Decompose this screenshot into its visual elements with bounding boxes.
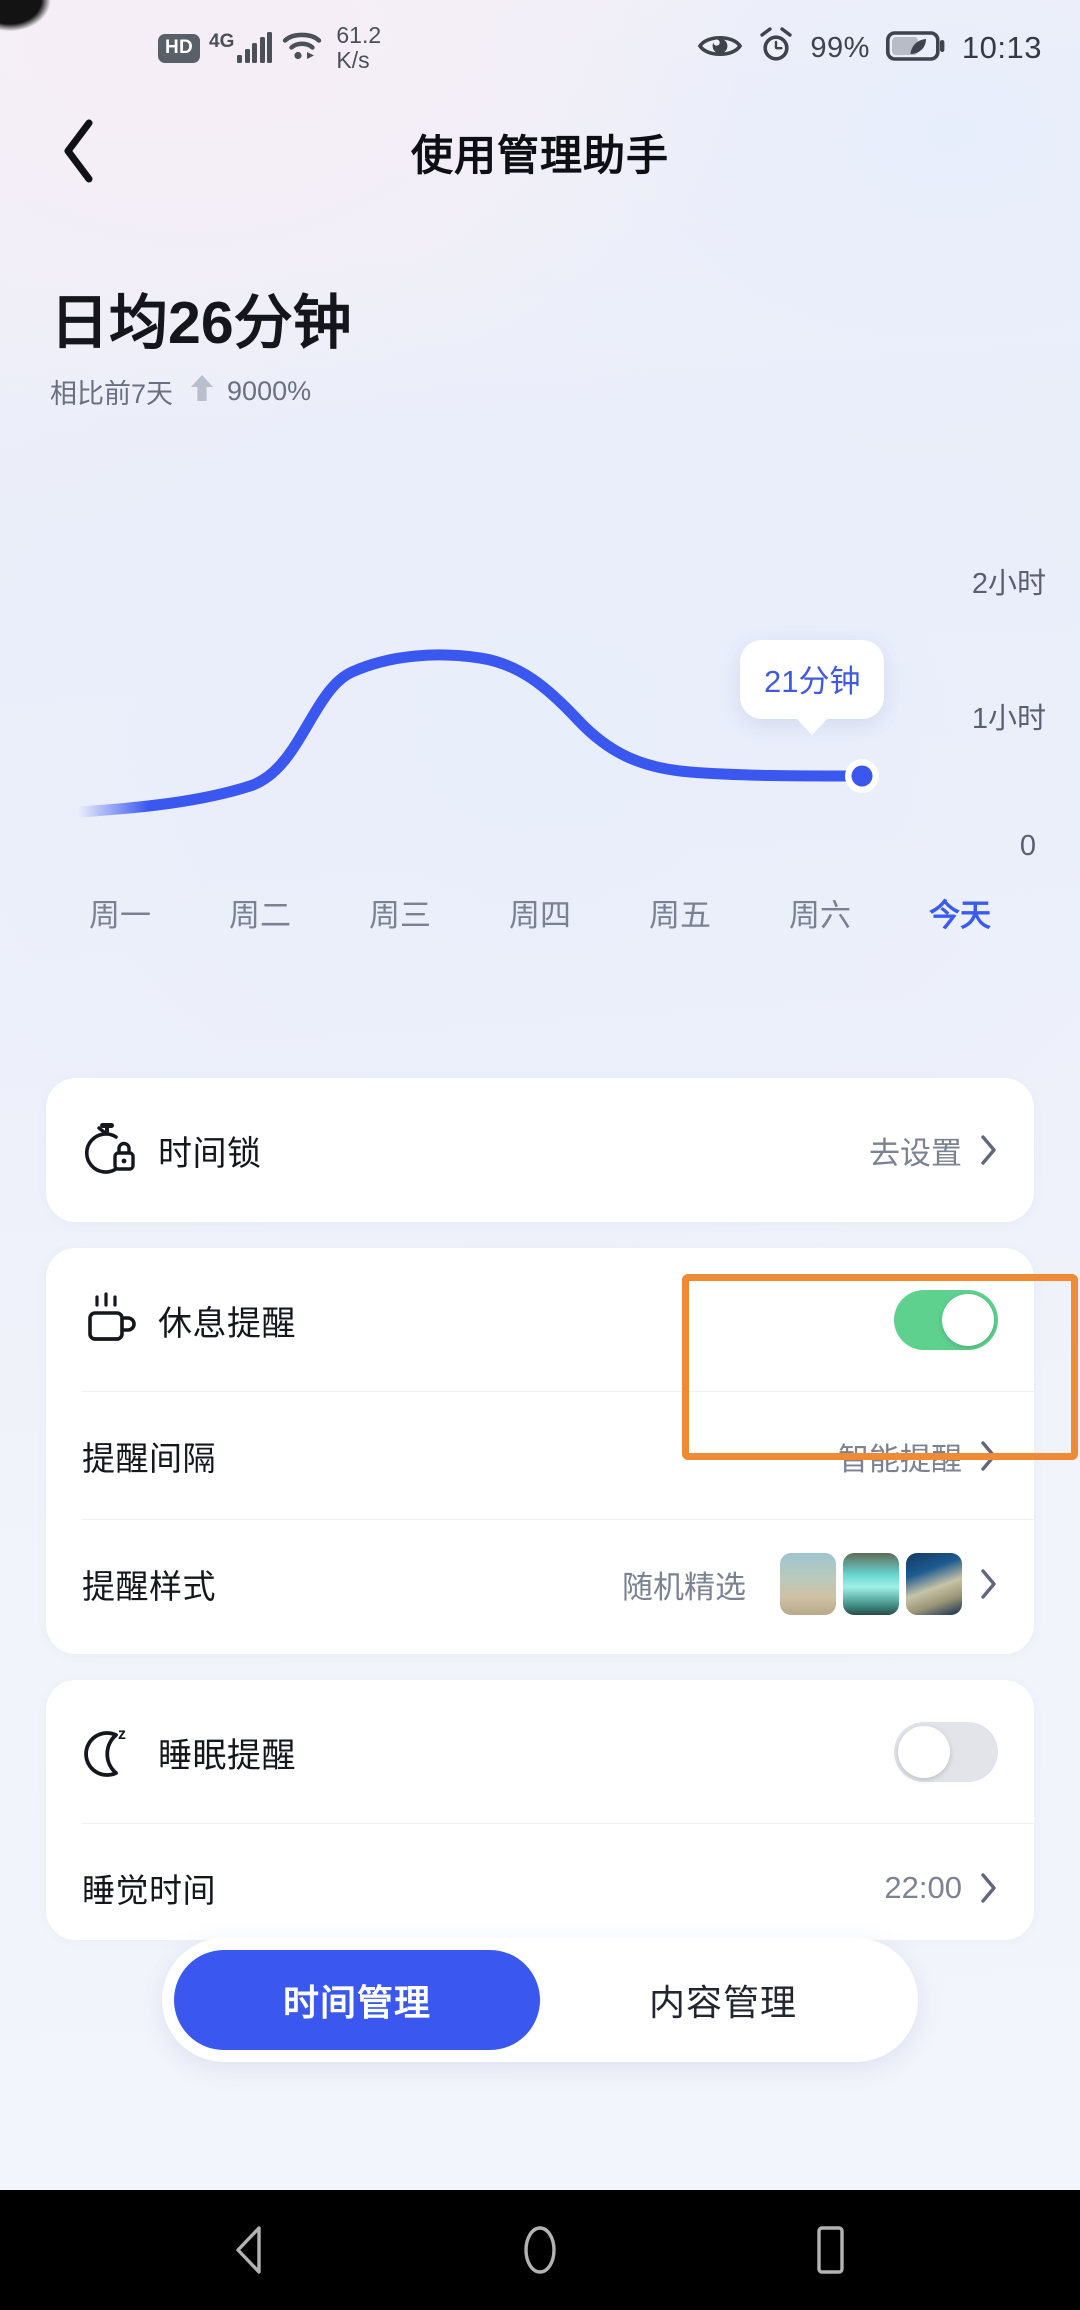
sleep-reminder-right — [894, 1722, 998, 1782]
day-selector: 周一 周二 周三 周四 周五 周六 今天 — [0, 890, 1080, 935]
title-bar: 使用管理助手 — [0, 96, 1080, 208]
bedtime-label: 睡觉时间 — [82, 1872, 216, 1909]
hd-badge-icon: HD — [158, 33, 200, 63]
bedtime-row[interactable]: 睡觉时间 22:00 — [46, 1824, 1034, 1940]
y-axis-tick-0: 0 — [1019, 830, 1036, 862]
reminder-style-thumbnails — [780, 1553, 962, 1615]
status-bar-left: HD 4G 61.2 K/s — [158, 23, 381, 73]
usage-summary: 日均26分钟 相比前7天 9000% — [50, 290, 352, 411]
sleep-reminder-label: 睡眠提醒 — [158, 1736, 296, 1775]
rest-reminder-label: 休息提醒 — [158, 1304, 296, 1343]
comparison-label: 相比前7天 — [50, 378, 174, 409]
moon-sleep-icon: z — [82, 1723, 158, 1781]
status-bar-clock: 10:13 — [961, 30, 1042, 65]
bottom-tab-bar: 时间管理 内容管理 — [162, 1938, 918, 2062]
reminder-style-label: 提醒样式 — [82, 1568, 216, 1605]
back-button[interactable] — [36, 108, 122, 194]
daily-average-prefix: 日均 — [50, 290, 169, 356]
rest-reminder-card: 休息提醒 提醒间隔 智能提醒 提醒样式 随机精选 — [46, 1248, 1034, 1654]
stopwatch-lock-icon — [82, 1121, 158, 1179]
network-speed-unit: K/s — [336, 47, 370, 73]
reminder-interval-row[interactable]: 提醒间隔 智能提醒 — [46, 1392, 1034, 1520]
eye-comfort-icon — [698, 31, 743, 66]
daily-average-value: 26 — [168, 290, 234, 356]
rest-reminder-toggle[interactable] — [894, 1290, 998, 1350]
daily-average-unit: 分钟 — [233, 290, 352, 356]
day-tab-tue[interactable]: 周二 — [190, 890, 330, 935]
y-axis-tick-1h: 1小时 — [971, 703, 1046, 735]
reminder-interval-label: 提醒间隔 — [82, 1440, 216, 1477]
tab-time-management[interactable]: 时间管理 — [174, 1950, 540, 2050]
time-lock-row[interactable]: 时间锁 去设置 — [46, 1078, 1034, 1222]
network-speed-value: 61.2 — [336, 22, 382, 48]
alarm-clock-icon — [758, 26, 794, 70]
coffee-cup-icon — [82, 1291, 158, 1349]
network-speed-indicator: 61.2 K/s — [336, 23, 381, 73]
bedtime-value: 22:00 — [884, 1870, 962, 1905]
phone-screenshot: HD 4G 61.2 K/s 99% 10:13 使用管理助手 日均26分钟 相… — [0, 0, 1080, 2310]
sleep-reminder-toggle[interactable] — [894, 1722, 998, 1782]
reminder-interval-value: 智能提醒 — [838, 1441, 962, 1477]
sleep-reminder-card: z 睡眠提醒 睡觉时间 22:00 — [46, 1680, 1034, 1940]
time-lock-label: 时间锁 — [158, 1134, 262, 1173]
android-navigation-bar — [0, 2190, 1080, 2310]
chart-value-tooltip: 21分钟 — [740, 640, 885, 719]
rest-reminder-row: 休息提醒 — [46, 1248, 1034, 1392]
wifi-icon — [281, 28, 327, 69]
reminder-style-action[interactable]: 随机精选 — [622, 1553, 998, 1615]
day-tab-mon[interactable]: 周一 — [50, 890, 190, 935]
day-tab-fri[interactable]: 周五 — [610, 890, 750, 935]
chevron-right-icon — [980, 1440, 998, 1472]
sleep-reminder-row: z 睡眠提醒 — [46, 1680, 1034, 1824]
nav-back-icon[interactable] — [205, 2205, 295, 2295]
comparison-value: 9000% — [227, 375, 312, 406]
chevron-right-icon — [980, 1568, 998, 1600]
page-title: 使用管理助手 — [410, 131, 669, 179]
reminder-style-row[interactable]: 提醒样式 随机精选 — [46, 1520, 1034, 1648]
chevron-right-icon — [980, 1872, 998, 1904]
battery-percent-label: 99% — [810, 31, 870, 64]
toggle-knob — [898, 1726, 950, 1778]
lighthouse-beach-thumb — [780, 1553, 836, 1615]
time-lock-action[interactable]: 去设置 — [869, 1128, 998, 1173]
app-screen: HD 4G 61.2 K/s 99% 10:13 使用管理助手 日均26分钟 相… — [0, 0, 1080, 2190]
network-type-label: 4G — [209, 31, 235, 52]
back-chevron-icon — [59, 118, 99, 184]
rest-reminder-right — [894, 1290, 998, 1350]
dark-coastline-thumb — [906, 1553, 962, 1615]
status-bar-right: 99% 10:13 — [698, 26, 1042, 70]
usage-chart: 2小时 1小时 0 — [0, 540, 1080, 870]
status-bar: HD 4G 61.2 K/s 99% 10:13 — [0, 0, 1080, 96]
toggle-knob — [942, 1294, 994, 1346]
day-tab-sat[interactable]: 周六 — [750, 890, 890, 935]
bedtime-action[interactable]: 22:00 — [884, 1870, 998, 1906]
up-arrow-icon — [189, 373, 215, 410]
turquoise-waterfall-thumb — [843, 1553, 899, 1615]
reminder-style-value: 随机精选 — [622, 1569, 746, 1605]
signal-bars-icon — [237, 32, 273, 63]
tab-content-management[interactable]: 内容管理 — [540, 1950, 906, 2050]
comparison-line: 相比前7天 9000% — [50, 372, 352, 411]
day-tab-thu[interactable]: 周四 — [470, 890, 610, 935]
battery-eco-icon — [885, 30, 946, 67]
svg-text:z: z — [118, 1726, 126, 1743]
nav-recents-icon[interactable] — [785, 2205, 875, 2295]
nav-home-icon[interactable] — [495, 2205, 585, 2295]
time-lock-value: 去设置 — [869, 1135, 962, 1171]
usage-line-path — [72, 649, 879, 818]
reminder-interval-action[interactable]: 智能提醒 — [838, 1434, 998, 1479]
day-tab-wed[interactable]: 周三 — [330, 890, 470, 935]
y-axis-tick-2h: 2小时 — [971, 568, 1046, 600]
chevron-right-icon — [980, 1134, 998, 1166]
time-lock-card: 时间锁 去设置 — [46, 1078, 1034, 1222]
daily-average-headline: 日均26分钟 — [50, 290, 352, 356]
day-tab-today[interactable]: 今天 — [890, 890, 1030, 935]
cellular-signal-group: 4G — [209, 31, 273, 63]
